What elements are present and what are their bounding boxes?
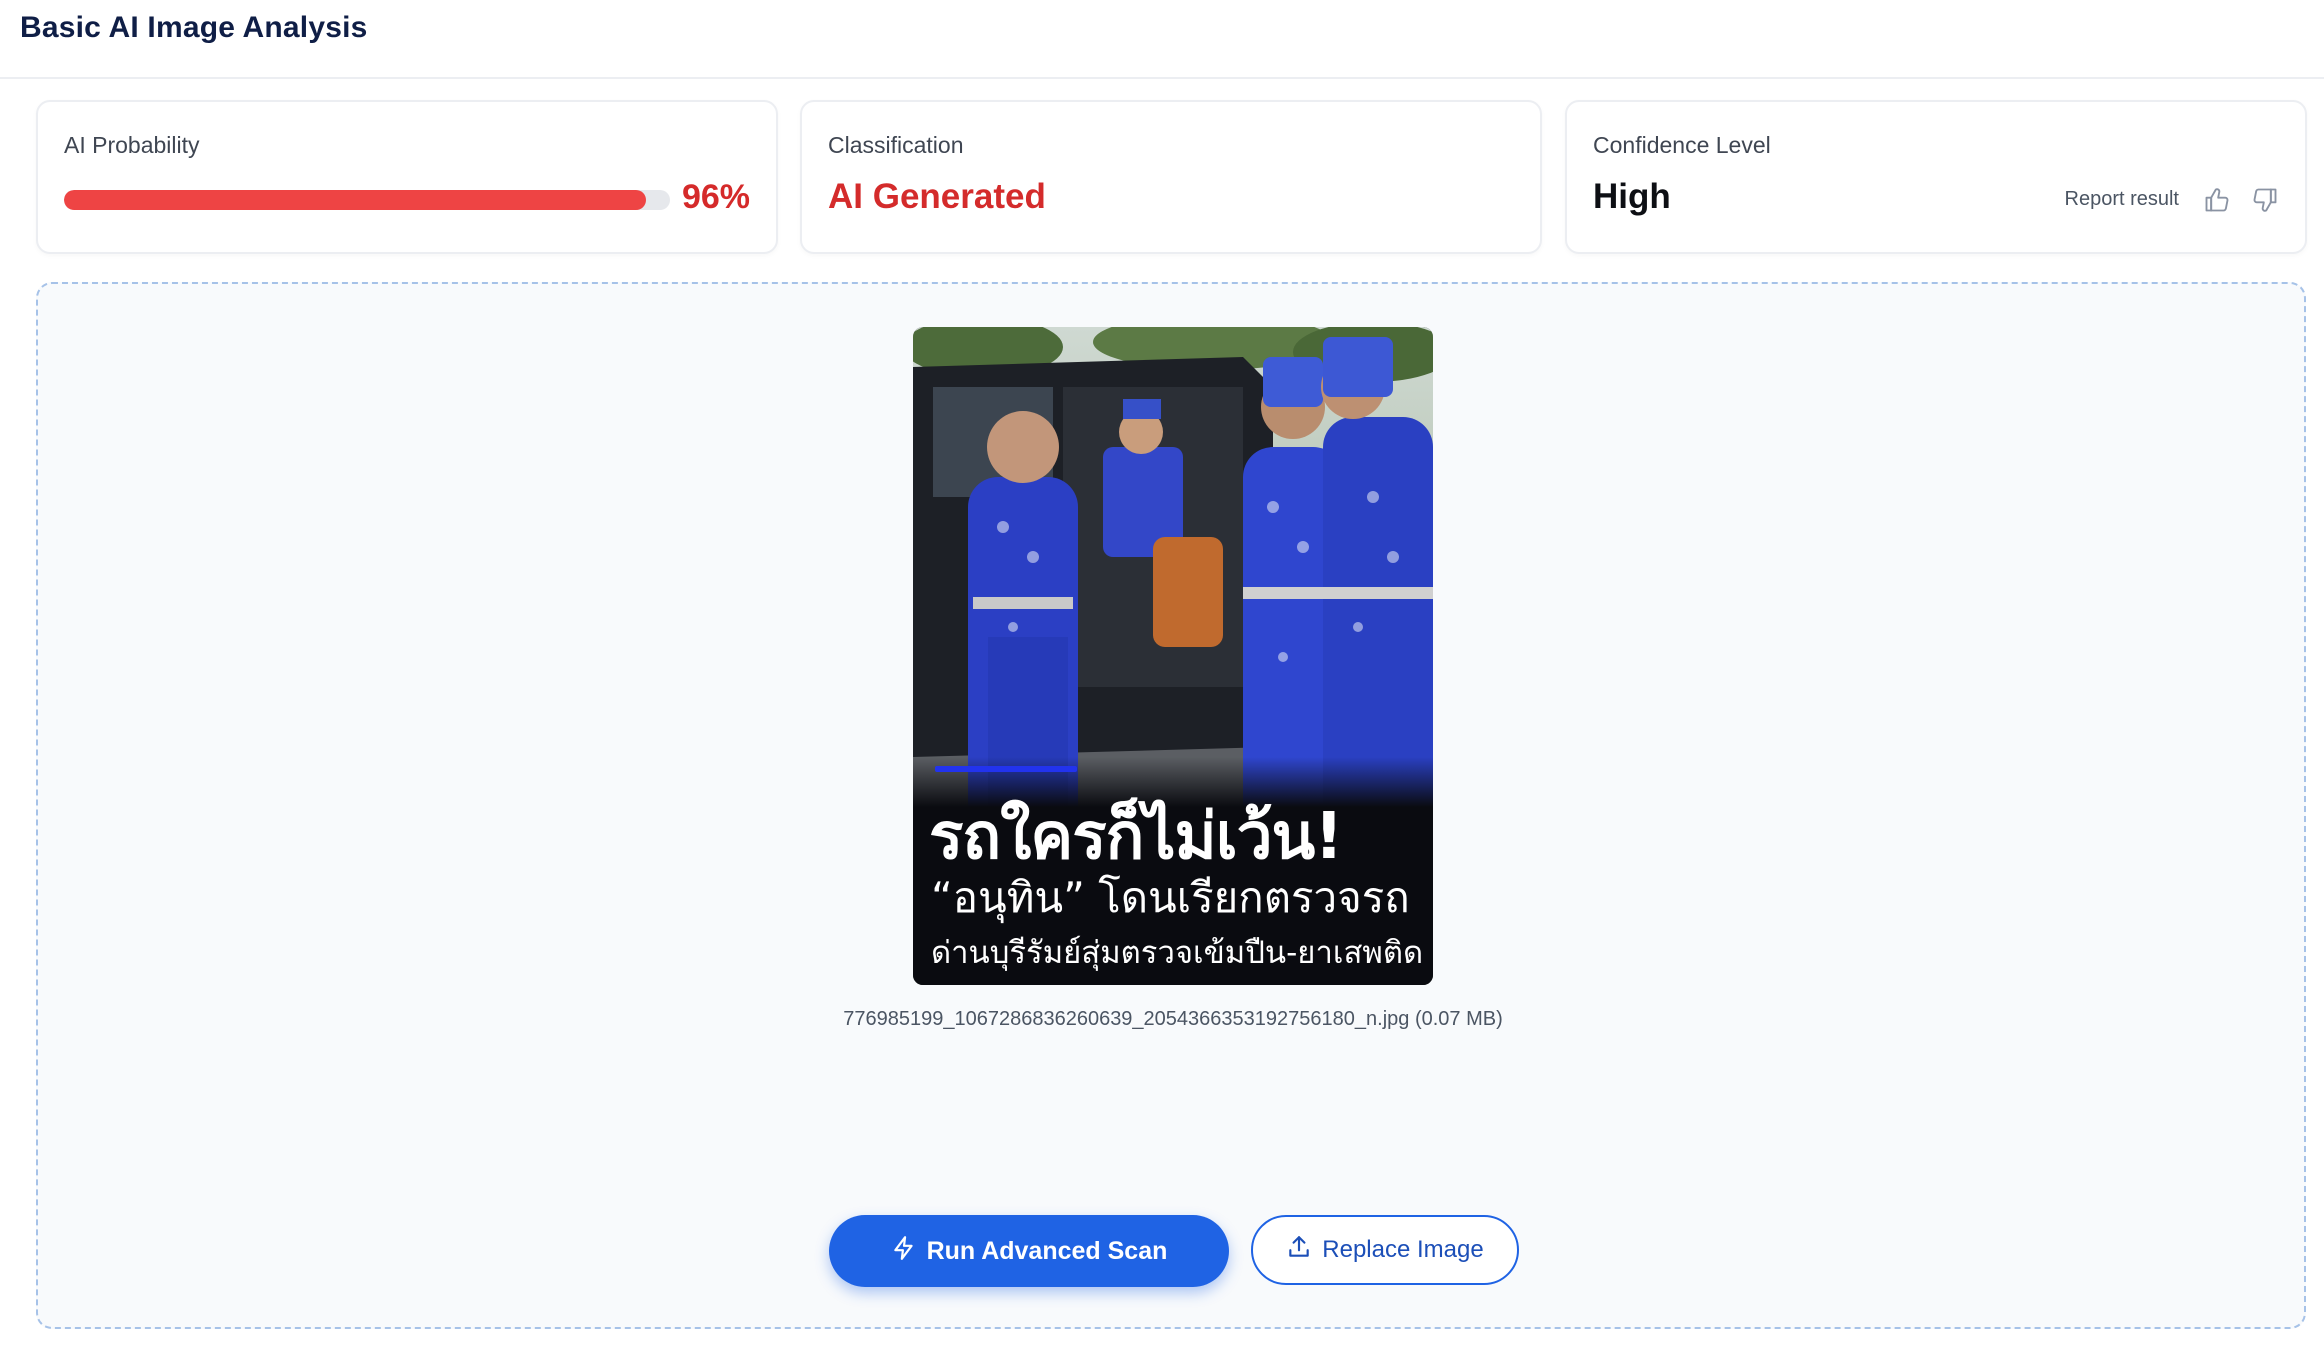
replace-image-button[interactable]: Replace Image [1251, 1215, 1519, 1285]
report-result-label: Report result [2064, 188, 2180, 210]
page-title: Basic AI Image Analysis [20, 11, 368, 44]
file-info: 776985199_1067286836260639_2054366353192… [38, 1008, 2308, 1031]
lightning-icon [891, 1235, 917, 1268]
file-name: 776985199_1067286836260639_2054366353192… [843, 1008, 1410, 1030]
probability-bar [64, 190, 670, 210]
caption-subheadline: “อนุทิน” โดนเรียกตรวจรถ [931, 873, 1410, 922]
replace-image-label: Replace Image [1322, 1236, 1484, 1263]
thumbs-up-icon[interactable] [2203, 186, 2231, 214]
caption-detail: ด่านบุรีรัมย์สุ่มตรวจเข้มปืน-ยาเสพติด [931, 935, 1424, 971]
classification-label: Classification [828, 132, 964, 158]
probability-bar-fill [64, 190, 646, 210]
confidence-card: Confidence Level High Report result [1565, 100, 2307, 254]
classification-card: Classification AI Generated [800, 100, 1542, 254]
upload-icon [1286, 1234, 1312, 1267]
file-size: (0.07 MB) [1414, 1008, 1503, 1030]
image-dropzone[interactable]: รถใครก็ไม่เว้น! “อนุทิน” โดนเรียกตรวจรถ … [36, 282, 2306, 1329]
thumbs-down-icon[interactable] [2251, 186, 2279, 214]
confidence-value: High [1593, 177, 1671, 216]
app-header: Basic AI Image Analysis [0, 0, 2324, 79]
run-advanced-scan-label: Run Advanced Scan [926, 1236, 1168, 1265]
confidence-label: Confidence Level [1593, 132, 1771, 158]
probability-label: AI Probability [64, 132, 200, 158]
run-advanced-scan-button[interactable]: Run Advanced Scan [829, 1215, 1229, 1287]
probability-card: AI Probability 96% [36, 100, 778, 254]
probability-value: 96% [681, 178, 750, 216]
image-preview: รถใครก็ไม่เว้น! “อนุทิน” โดนเรียกตรวจรถ … [913, 327, 1433, 985]
caption-accent-line [935, 766, 1077, 772]
classification-value: AI Generated [828, 177, 1046, 216]
